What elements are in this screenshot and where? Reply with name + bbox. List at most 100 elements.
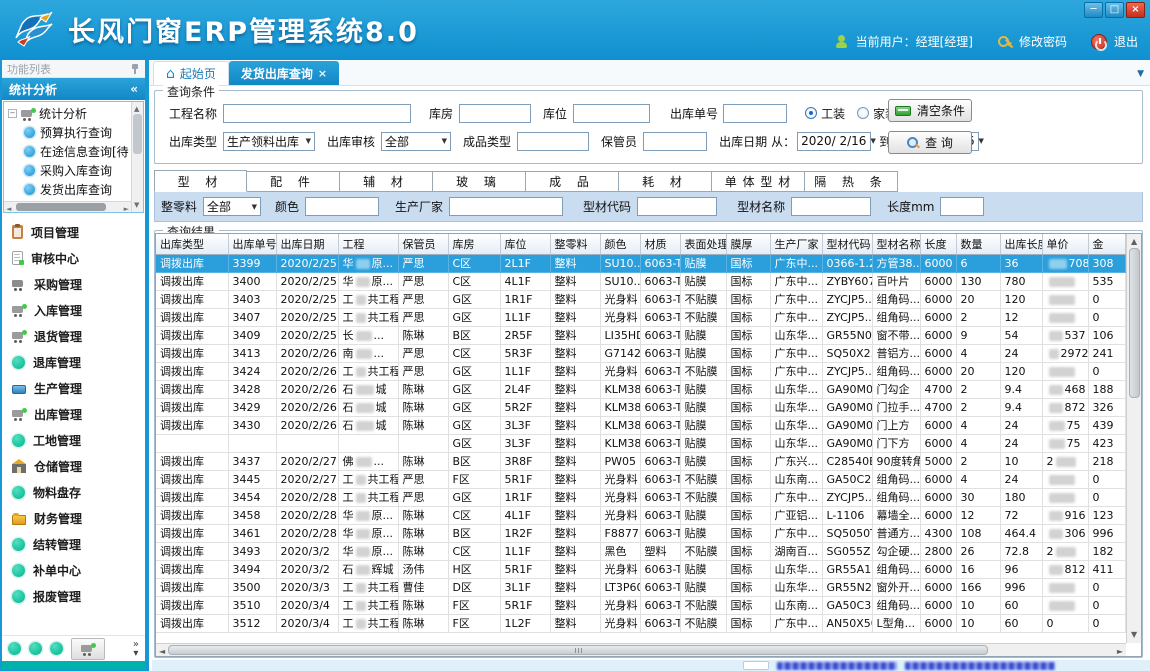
color-input[interactable] [305, 197, 379, 216]
sidebar-item-物料盘存[interactable]: 物料盘存 [2, 479, 145, 505]
table-horizontal-scrollbar[interactable]: ◄ ► [156, 643, 1126, 656]
table-row[interactable]: 调拨出库34932020/3/2华原...陈琳C区1L1F整料黑色塑料不贴膜国标… [156, 542, 1125, 560]
table-row[interactable]: 调拨出库34942020/3/2石辉城汤伟H区5R1F整料光身料6063-T5贴… [156, 560, 1125, 578]
sidebar-item-采购管理[interactable]: 采购管理 [2, 271, 145, 297]
tab-home[interactable]: ⌂ 起始页 [153, 61, 229, 85]
sidebar-item-退货管理[interactable]: 退货管理 [2, 323, 145, 349]
module-dot-icon[interactable] [29, 642, 42, 655]
length-input[interactable] [940, 197, 984, 216]
radio-home-install[interactable] [857, 107, 869, 119]
table-row[interactable]: G区3L3F整料KLM38176063-T5贴膜国标山东华...GA90M09.… [156, 434, 1125, 452]
code-input[interactable] [637, 197, 717, 216]
table-row[interactable]: 调拨出库35002020/3/3工共工程曹佳D区3L1F整料LT3P606063… [156, 578, 1125, 596]
more-modules-button[interactable]: »▾ [133, 640, 139, 658]
audit-select[interactable]: 全部▼ [381, 132, 451, 151]
sidebar-item-财务管理[interactable]: 财务管理 [2, 505, 145, 531]
sidebar-item-退库管理[interactable]: 退库管理 [2, 349, 145, 375]
module-dot-icon[interactable] [8, 642, 21, 655]
location-input[interactable] [573, 104, 650, 123]
name-input[interactable] [791, 197, 871, 216]
sidebar-item-工地管理[interactable]: 工地管理 [2, 427, 145, 453]
tree-vertical-scrollbar[interactable]: ▲ ▼ [131, 102, 143, 212]
warehouse-input[interactable] [459, 104, 531, 123]
search-button[interactable]: 查 询 [888, 131, 972, 154]
column-header-出库长度[interactable]: 出库长度 [1000, 234, 1042, 254]
table-row[interactable]: 调拨出库34072020/2/25工共工程严思G区1L1F整料光身料6063-T… [156, 308, 1125, 326]
expander-icon[interactable]: − [8, 109, 17, 118]
column-header-库房[interactable]: 库房 [448, 234, 500, 254]
radio-work-label[interactable]: 工装 [821, 105, 845, 122]
column-header-保管员[interactable]: 保管员 [398, 234, 448, 254]
table-row[interactable]: 调拨出库34282020/2/26石城陈琳G区2L4F整料KLM38176063… [156, 380, 1125, 398]
section-header[interactable]: 统计分析 « [2, 78, 145, 100]
tab-close-icon[interactable]: × [318, 67, 327, 80]
module-dot-icon[interactable] [50, 642, 63, 655]
collapse-icon[interactable]: « [130, 82, 138, 96]
maximize-button[interactable]: □ [1105, 2, 1124, 18]
table-row[interactable]: 调拨出库34092020/2/25长...陈琳B区2R5F整料LI35HD606… [156, 326, 1125, 344]
table-row[interactable]: 调拨出库34242020/2/26工共工程严思G区1L1F整料光身料6063-T… [156, 362, 1125, 380]
product-type-input[interactable] [517, 132, 589, 151]
table-row[interactable]: 调拨出库34002020/2/25华原...严思C区4L1F整料SU10...6… [156, 272, 1125, 290]
column-header-数量[interactable]: 数量 [956, 234, 1000, 254]
close-button[interactable]: × [1126, 2, 1145, 18]
column-header-出库类型[interactable]: 出库类型 [156, 234, 228, 254]
sidebar-item-生产管理[interactable]: 生产管理 [2, 375, 145, 401]
change-password-link[interactable]: 修改密码 [1019, 33, 1067, 50]
sidebar-item-出库管理[interactable]: 出库管理 [2, 401, 145, 427]
column-header-膜厚[interactable]: 膜厚 [726, 234, 770, 254]
order-no-input[interactable] [723, 104, 787, 123]
column-header-长度[interactable]: 长度 [920, 234, 956, 254]
table-row[interactable]: 调拨出库34302020/2/26石城陈琳G区3L3F整料KLM38176063… [156, 416, 1125, 434]
maker-input[interactable] [449, 197, 563, 216]
column-header-整零料[interactable]: 整零料 [550, 234, 600, 254]
sidebar-item-补单中心[interactable]: 补单中心 [2, 557, 145, 583]
table-row[interactable]: 调拨出库34452020/2/27工共工程严思F区5R1F整料光身料6063-T… [156, 470, 1125, 488]
radio-work-install[interactable] [805, 107, 817, 119]
table-row[interactable]: 调拨出库34582020/2/28华原...陈琳C区4L1F整料光身料6063-… [156, 506, 1125, 524]
table-row[interactable]: 调拨出库33992020/2/25华原...严思C区2L1F整料SU10...6… [156, 254, 1125, 272]
table-row[interactable]: 调拨出库34132020/2/26南...严思C区5R3F整料G71422606… [156, 344, 1125, 362]
column-header-型材代码[interactable]: 型材代码 [822, 234, 872, 254]
material-tab-成品[interactable]: 成 品 [526, 171, 619, 192]
table-row[interactable]: 调拨出库35122020/3/4工共工程陈琳F区1L2F整料光身料6063-T5… [156, 614, 1125, 632]
sidebar-item-入库管理[interactable]: 入库管理 [2, 297, 145, 323]
table-row[interactable]: 调拨出库34292020/2/26石城陈琳G区5R2F整料KLM38176063… [156, 398, 1125, 416]
tree-horizontal-scrollbar[interactable]: ◄ ► [4, 201, 131, 212]
project-name-input[interactable] [223, 104, 411, 123]
column-header-金[interactable]: 金 [1088, 234, 1125, 254]
sidebar-item-审核中心[interactable]: 审核中心 [2, 245, 145, 271]
material-tab-隔热条[interactable]: 隔 热 条 [805, 171, 898, 192]
column-header-生产厂家[interactable]: 生产厂家 [770, 234, 822, 254]
minimize-button[interactable]: ─ [1084, 2, 1103, 18]
column-header-型材名称[interactable]: 型材名称 [872, 234, 920, 254]
table-row[interactable]: 调拨出库34032020/2/25工共工程严思G区1R1F整料光身料6063-T… [156, 290, 1125, 308]
table-row[interactable]: 调拨出库34612020/2/28华原...陈琳B区1R2F整料F8877FT6… [156, 524, 1125, 542]
date-from-select[interactable]: 2020/ 2/16▼ [797, 132, 871, 151]
sidebar-item-报废管理[interactable]: 报废管理 [2, 583, 145, 609]
clear-conditions-button[interactable]: 清空条件 [888, 99, 972, 122]
column-header-单价[interactable]: 单价 [1042, 234, 1088, 254]
column-header-工程[interactable]: 工程 [338, 234, 398, 254]
sidebar-item-结转管理[interactable]: 结转管理 [2, 531, 145, 557]
material-tab-单体型材[interactable]: 单 体 型 材 [712, 171, 805, 192]
logout-link[interactable]: 退出 [1114, 33, 1138, 50]
column-header-出库日期[interactable]: 出库日期 [276, 234, 338, 254]
whole-part-select[interactable]: 全部▼ [203, 197, 261, 216]
tree-item[interactable]: 发货出库查询 [8, 180, 129, 199]
material-tab-型材[interactable]: 型 材 [154, 170, 247, 192]
table-vertical-scrollbar[interactable]: ▲ ▼ [1126, 234, 1141, 643]
keeper-input[interactable] [643, 132, 707, 151]
tree-item[interactable]: 采购入库查询 [8, 161, 129, 180]
column-header-颜色[interactable]: 颜色 [600, 234, 640, 254]
sidebar-item-项目管理[interactable]: 项目管理 [2, 219, 145, 245]
column-header-表面处理[interactable]: 表面处理 [680, 234, 726, 254]
material-tab-配件[interactable]: 配 件 [247, 171, 340, 192]
pin-icon[interactable] [130, 63, 140, 75]
tree-item[interactable]: 预算执行查询 [8, 123, 129, 142]
table-row[interactable]: 调拨出库35102020/3/4工共工程陈琳F区5R1F整料光身料6063-T5… [156, 596, 1125, 614]
material-tab-玻璃[interactable]: 玻 璃 [433, 171, 526, 192]
tab-list-dropdown-icon[interactable]: ▼ [1137, 69, 1144, 79]
column-header-出库单号[interactable]: 出库单号 [228, 234, 276, 254]
table-row[interactable]: 调拨出库34372020/2/27佛...陈琳B区3R8F整料PW056063-… [156, 452, 1125, 470]
